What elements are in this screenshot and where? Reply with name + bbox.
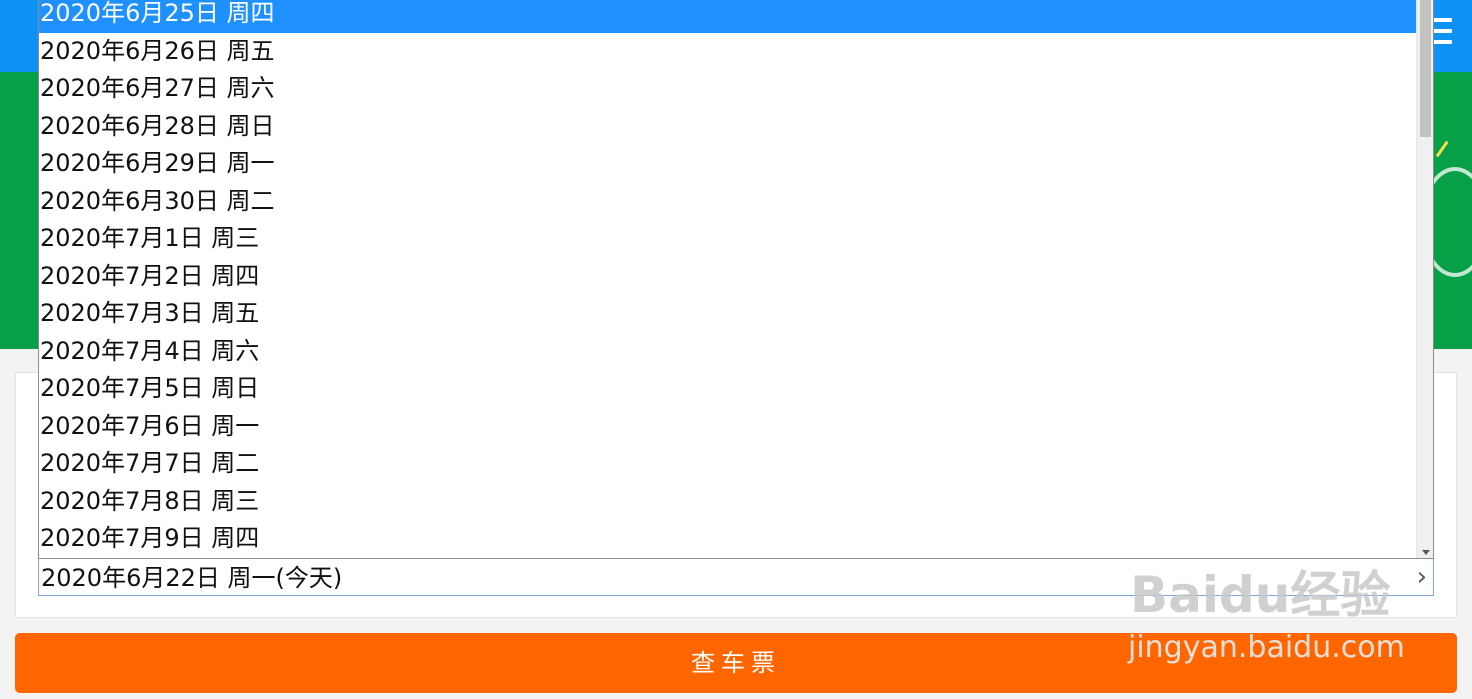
watermark-logo-text: Baidu经验 [1130,566,1391,624]
date-option[interactable]: 2020年7月4日 周六 [39,334,1417,371]
scroll-down-arrow-icon[interactable] [1422,550,1430,555]
date-option[interactable]: 2020年7月1日 周三 [39,221,1417,258]
baidu-jingyan-watermark-logo: Baidu经验 [1130,560,1400,630]
date-option[interactable]: 2020年7月8日 周三 [39,484,1417,521]
date-option[interactable]: 2020年7月6日 周一 [39,409,1417,446]
date-option[interactable]: 2020年6月30日 周二 [39,184,1417,221]
date-dropdown-list[interactable]: 2020年7月9日 周四 2020年7月8日 周三 2020年7月7日 周二 2020… [38,0,1434,559]
dropdown-scrollbar[interactable] [1416,0,1433,558]
hamburger-menu-icon[interactable] [1432,18,1452,54]
date-option[interactable]: 2020年7月3日 周五 [39,296,1417,333]
date-option[interactable]: 2020年7月7日 周二 [39,446,1417,483]
date-option[interactable]: 2020年6月28日 周日 [39,109,1417,146]
date-option[interactable]: 2020年7月9日 周四 [39,521,1417,558]
watermark-url: jingyan.baidu.com [1128,630,1405,665]
chevron-right-icon: › [1416,562,1427,592]
date-option[interactable]: 2020年7月2日 周四 [39,259,1417,296]
date-option[interactable]: 2020年7月5日 周日 [39,371,1417,408]
selected-date-value: 2020年6月22日 周一(今天) [41,564,343,592]
banner-decoration [1435,140,1455,162]
date-option[interactable]: 2020年6月27日 周六 [39,71,1417,108]
date-option[interactable]: 2020年6月29日 周一 [39,146,1417,183]
scrollbar-thumb[interactable] [1420,0,1431,137]
date-option[interactable]: 2020年6月25日 周四 [39,0,1417,33]
date-option[interactable]: 2020年6月26日 周五 [39,34,1417,71]
